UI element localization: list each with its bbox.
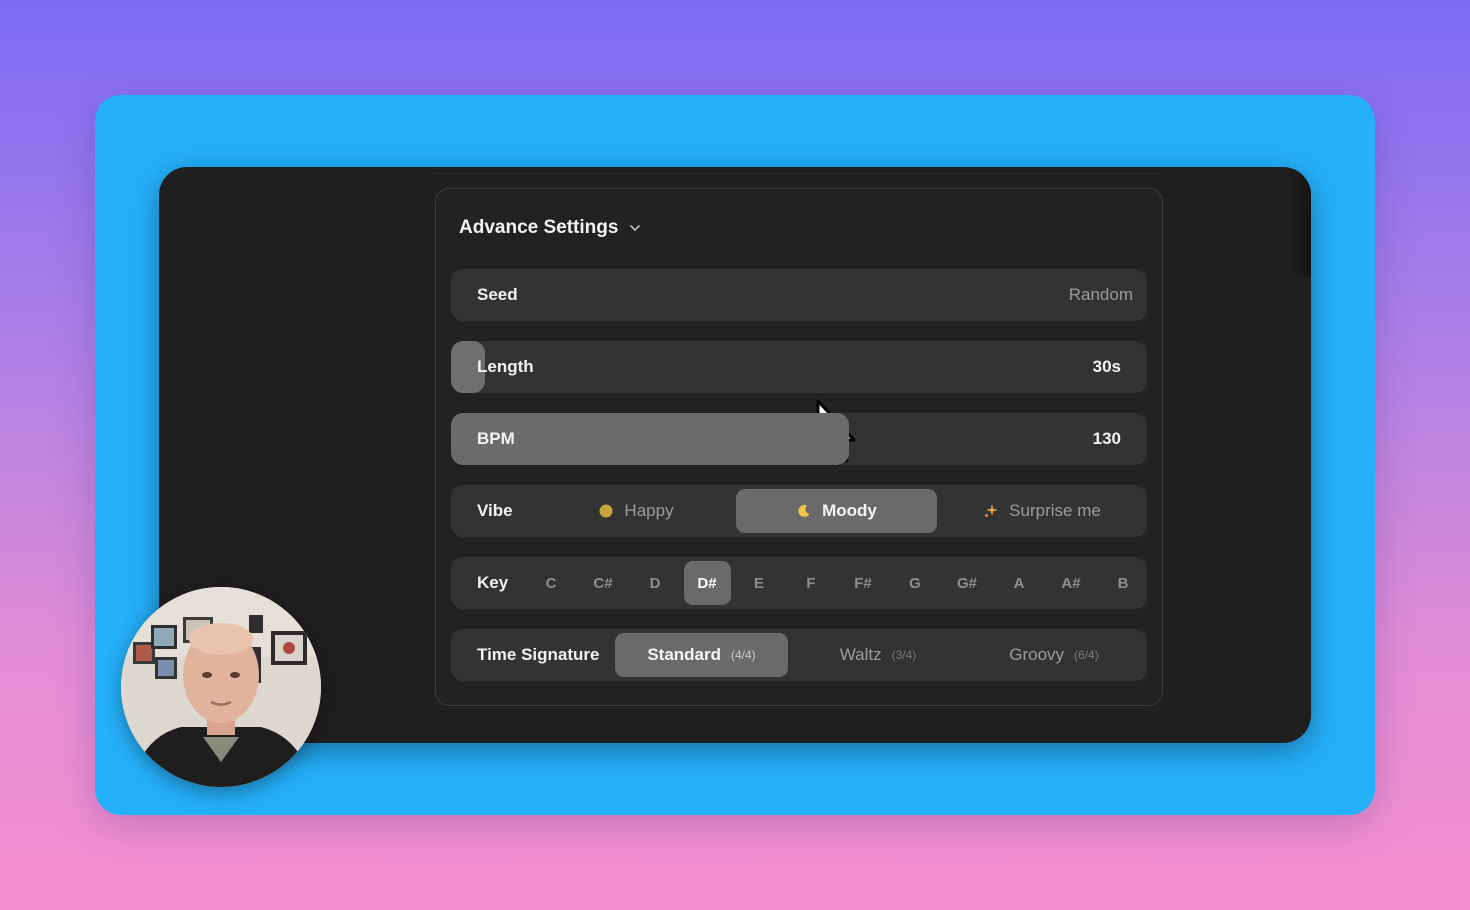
vibe-option-label: Moody (822, 501, 877, 520)
time-signature-option-sub: (4/4) (731, 648, 756, 662)
length-slider[interactable]: Length 30s (451, 341, 1147, 393)
time-signature-option-sub: (3/4) (891, 648, 917, 662)
time-signature-option-label: Standard (647, 645, 721, 664)
app-window: Advance Settings Seed Random Length 30s … (159, 167, 1311, 743)
key-option-f[interactable]: F (785, 561, 837, 605)
sparkle-icon (985, 504, 999, 518)
time-signature-option-label: Groovy (1009, 645, 1065, 664)
key-option-f-sharp[interactable]: F# (837, 561, 889, 605)
vibe-option-moody[interactable]: Moody (736, 489, 937, 533)
presenter-avatar (121, 587, 321, 787)
vibe-options: Happy Moody Surprise me (536, 489, 1147, 533)
time-signature-waltz[interactable]: Waltz (3/4) (788, 633, 968, 677)
key-option-d-sharp[interactable]: D# (683, 561, 731, 605)
top-divider (435, 167, 1163, 174)
key-option-d[interactable]: D (629, 561, 681, 605)
key-option-c[interactable]: C (525, 561, 577, 605)
webcam-overlay (121, 587, 321, 787)
key-option-g[interactable]: G (889, 561, 941, 605)
chevron-down-icon (630, 225, 641, 231)
time-signature-label: Time Signature (477, 645, 600, 664)
time-signature-groovy[interactable]: Groovy (6/4) (968, 633, 1140, 677)
seed-field[interactable]: Seed Random (451, 269, 1147, 321)
vibe-option-label: Surprise me (1009, 501, 1101, 520)
time-signature-options: Standard (4/4) Waltz (3/4) Groovy (6/4) (615, 633, 1140, 677)
key-option-e[interactable]: E (733, 561, 785, 605)
bpm-slider[interactable]: BPM 130 (451, 413, 1147, 465)
window-edge-shade (1289, 167, 1311, 277)
time-signature-option-label: Waltz (839, 645, 882, 664)
vibe-option-surprise[interactable]: Surprise me (937, 489, 1147, 533)
time-signature-selector: Time Signature Standard (4/4) Waltz (3/4… (451, 629, 1147, 681)
sun-icon (599, 504, 613, 518)
panel-title: Advance Settings (459, 217, 619, 238)
key-option-g-sharp[interactable]: G# (941, 561, 993, 605)
vibe-option-label: Happy (624, 501, 674, 520)
key-option-a-sharp[interactable]: A# (1045, 561, 1097, 605)
bpm-label: BPM (477, 429, 515, 448)
seed-value: Random (1068, 285, 1133, 304)
advance-settings-panel: Advance Settings Seed Random Length 30s … (435, 188, 1163, 706)
moon-icon (798, 504, 810, 517)
vibe-label: Vibe (477, 501, 513, 520)
key-label: Key (477, 573, 509, 592)
key-option-c-sharp[interactable]: C# (577, 561, 629, 605)
bpm-value: 130 (1092, 429, 1121, 448)
advance-settings-toggle[interactable]: Advance Settings (459, 215, 642, 241)
seed-label: Seed (477, 285, 518, 304)
key-options: C C# D D# E F F# G G# A A# B (525, 561, 1147, 605)
key-selector: Key C C# D D# E F F# G G# A A# B (451, 557, 1147, 609)
vibe-option-happy[interactable]: Happy (536, 489, 736, 533)
vibe-selector: Vibe Happy Moody Surprise me (451, 485, 1147, 537)
time-signature-standard[interactable]: Standard (4/4) (615, 633, 788, 677)
time-signature-option-sub: (6/4) (1074, 648, 1099, 662)
length-value: 30s (1092, 357, 1121, 376)
key-option-b[interactable]: B (1097, 561, 1147, 605)
length-label: Length (477, 357, 534, 376)
key-option-a[interactable]: A (993, 561, 1045, 605)
